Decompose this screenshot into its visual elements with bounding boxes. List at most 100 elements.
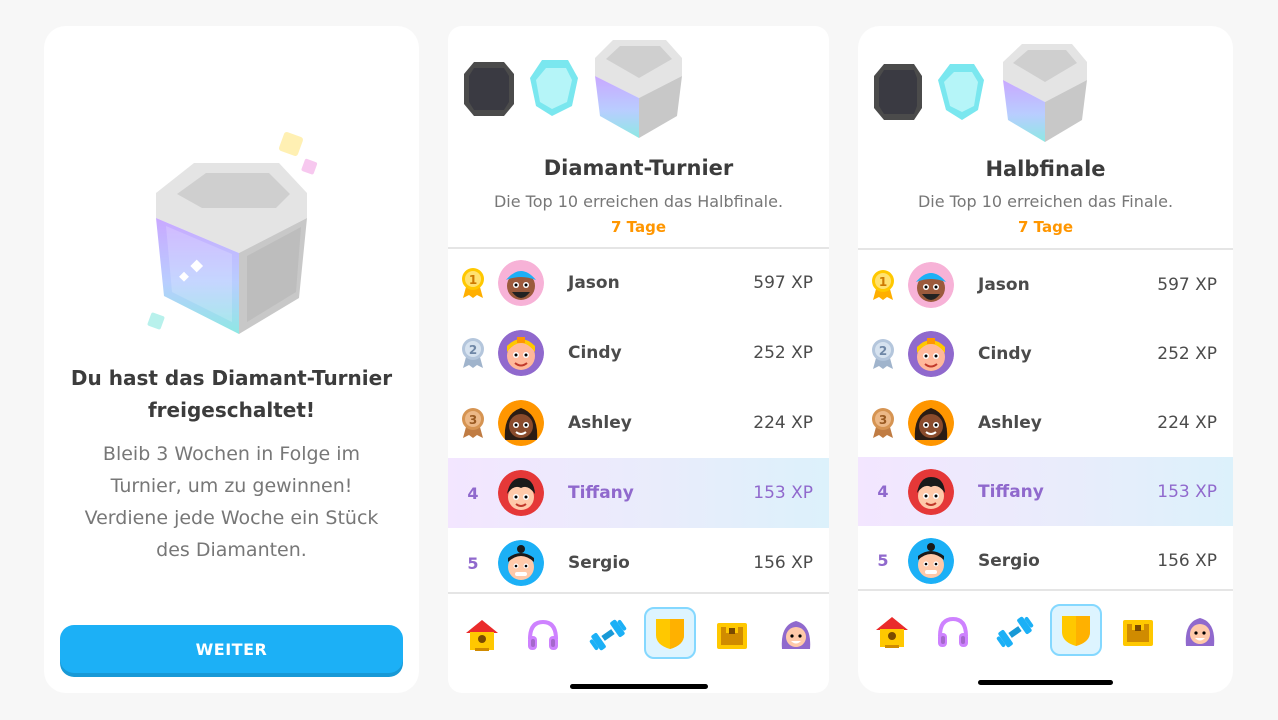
dumbbell-icon[interactable] — [582, 609, 634, 661]
unlock-body-line: Bleib 3 Wochen in Folge im — [102, 443, 361, 465]
silver-medal-icon: 2 — [448, 337, 498, 369]
dumbbell-icon[interactable] — [989, 606, 1041, 658]
home-icon[interactable] — [456, 609, 508, 661]
avatar-sergio — [908, 537, 954, 584]
bottom-tab-bar — [858, 604, 1233, 686]
rank-number: 5 — [467, 553, 479, 573]
user-name: Cindy — [568, 343, 622, 363]
league-gems — [874, 44, 1087, 142]
obsidian-gem-icon — [874, 64, 922, 120]
rank-number: 4 — [877, 482, 889, 501]
user-name: Sergio — [978, 550, 1040, 571]
days-remaining: 7 Tage — [611, 218, 666, 236]
svg-text:1: 1 — [469, 273, 477, 287]
svg-text:2: 2 — [469, 343, 477, 357]
leaderboard-row[interactable]: 1 Jason 597 XP — [448, 248, 829, 318]
gold-medal-icon: 1 — [858, 269, 908, 301]
leaderboard-row[interactable]: 1 Jason 597 XP — [858, 250, 1233, 319]
unlock-body-line: Verdiene jede Woche ein Stück — [84, 507, 379, 529]
avatar-ashley — [498, 400, 544, 446]
home-indicator — [978, 680, 1113, 685]
treasure-chest-icon[interactable] — [1112, 606, 1164, 658]
obsidian-gem-icon — [464, 62, 514, 116]
leaderboard-row[interactable]: 2 Cindy 252 XP — [858, 319, 1233, 388]
league-card-semifinal: Halbfinale Die Top 10 erreichen das Fina… — [858, 26, 1233, 693]
user-name: Jason — [568, 273, 620, 293]
league-title: Diamant-Turnier — [543, 156, 734, 180]
user-xp: 597 XP — [753, 273, 813, 293]
aqua-gem-icon — [938, 64, 984, 120]
leaderboard: 1 Jason 597 XP 2 Cindy 252 XP 3 Ashley 2… — [448, 248, 829, 598]
shield-icon[interactable] — [644, 607, 696, 659]
user-xp: 156 XP — [753, 553, 813, 573]
league-subtitle: Die Top 10 erreichen das Finale. — [917, 192, 1174, 211]
diamond-gem-icon — [1003, 44, 1087, 142]
user-xp: 153 XP — [1157, 481, 1217, 502]
avatar-cindy — [498, 330, 544, 376]
diamond-gem-icon — [595, 40, 682, 138]
avatar-jason — [498, 260, 544, 306]
user-xp: 597 XP — [1157, 274, 1217, 295]
gold-medal-icon: 1 — [448, 267, 498, 299]
svg-text:2: 2 — [879, 344, 887, 358]
league-subtitle: Die Top 10 erreichen das Halbfinale. — [493, 192, 784, 211]
avatar-jason — [908, 261, 954, 308]
avatar-cindy — [908, 330, 954, 377]
user-name: Tiffany — [978, 481, 1044, 502]
shield-icon[interactable] — [1050, 604, 1102, 656]
user-xp: 153 XP — [753, 483, 813, 503]
unlock-title-line2: freigeschaltet! — [147, 398, 316, 422]
unlock-body-line: Turnier, um zu gewinnen! — [110, 475, 353, 497]
svg-text:3: 3 — [879, 413, 887, 427]
svg-text:3: 3 — [469, 413, 477, 427]
rank-number: 5 — [877, 551, 889, 570]
headphones-icon[interactable] — [517, 609, 569, 661]
user-name: Jason — [978, 274, 1030, 295]
avatar-sergio — [498, 540, 544, 586]
unlock-body-line: des Diamanten. — [156, 539, 307, 561]
user-name: Tiffany — [568, 483, 634, 503]
leaderboard: 1 Jason 597 XP 2 Cindy 252 XP 3 Ashley 2… — [858, 250, 1233, 595]
home-icon[interactable] — [866, 606, 918, 658]
leaderboard-row[interactable]: 5 Sergio 156 XP — [448, 528, 829, 598]
leaderboard-row-current-user[interactable]: 4 Tiffany 153 XP — [858, 457, 1233, 526]
league-gems — [464, 40, 682, 138]
user-xp: 252 XP — [753, 343, 813, 363]
avatar-tiffany — [498, 470, 544, 516]
leaderboard-row[interactable]: 3 Ashley 224 XP — [858, 388, 1233, 457]
bronze-medal-icon: 3 — [858, 407, 908, 439]
bottom-tab-bar — [448, 607, 829, 689]
leaderboard-row[interactable]: 3 Ashley 224 XP — [448, 388, 829, 458]
profile-icon[interactable] — [1174, 606, 1226, 658]
unlock-card: Du hast das Diamant-Turnier freigeschalt… — [44, 26, 419, 693]
silver-medal-icon: 2 — [858, 338, 908, 370]
user-name: Cindy — [978, 343, 1032, 364]
svg-text:1: 1 — [879, 275, 887, 289]
days-remaining: 7 Tage — [1018, 218, 1073, 236]
profile-icon[interactable] — [770, 609, 822, 661]
user-xp: 224 XP — [753, 413, 813, 433]
league-title: Halbfinale — [985, 157, 1106, 181]
continue-button[interactable]: WEITER — [60, 625, 403, 673]
avatar-tiffany — [908, 468, 954, 515]
user-name: Sergio — [568, 553, 630, 573]
user-xp: 252 XP — [1157, 343, 1217, 364]
bronze-medal-icon: 3 — [448, 407, 498, 439]
rank-number: 4 — [467, 483, 479, 503]
unlock-title-line1: Du hast das Diamant-Turnier — [70, 366, 393, 390]
user-xp: 224 XP — [1157, 412, 1217, 433]
leaderboard-row[interactable]: 2 Cindy 252 XP — [448, 318, 829, 388]
user-name: Ashley — [978, 412, 1042, 433]
divider — [448, 592, 829, 594]
league-card-diamond: Diamant-Turnier Die Top 10 erreichen das… — [448, 26, 829, 693]
treasure-chest-icon[interactable] — [706, 609, 758, 661]
divider — [858, 589, 1233, 591]
user-name: Ashley — [568, 413, 632, 433]
leaderboard-row-current-user[interactable]: 4 Tiffany 153 XP — [448, 458, 829, 528]
headphones-icon[interactable] — [927, 606, 979, 658]
avatar-ashley — [908, 399, 954, 446]
home-indicator — [570, 684, 708, 689]
leaderboard-row[interactable]: 5 Sergio 156 XP — [858, 526, 1233, 595]
user-xp: 156 XP — [1157, 550, 1217, 571]
diamond-crystal-illustration — [147, 132, 318, 334]
